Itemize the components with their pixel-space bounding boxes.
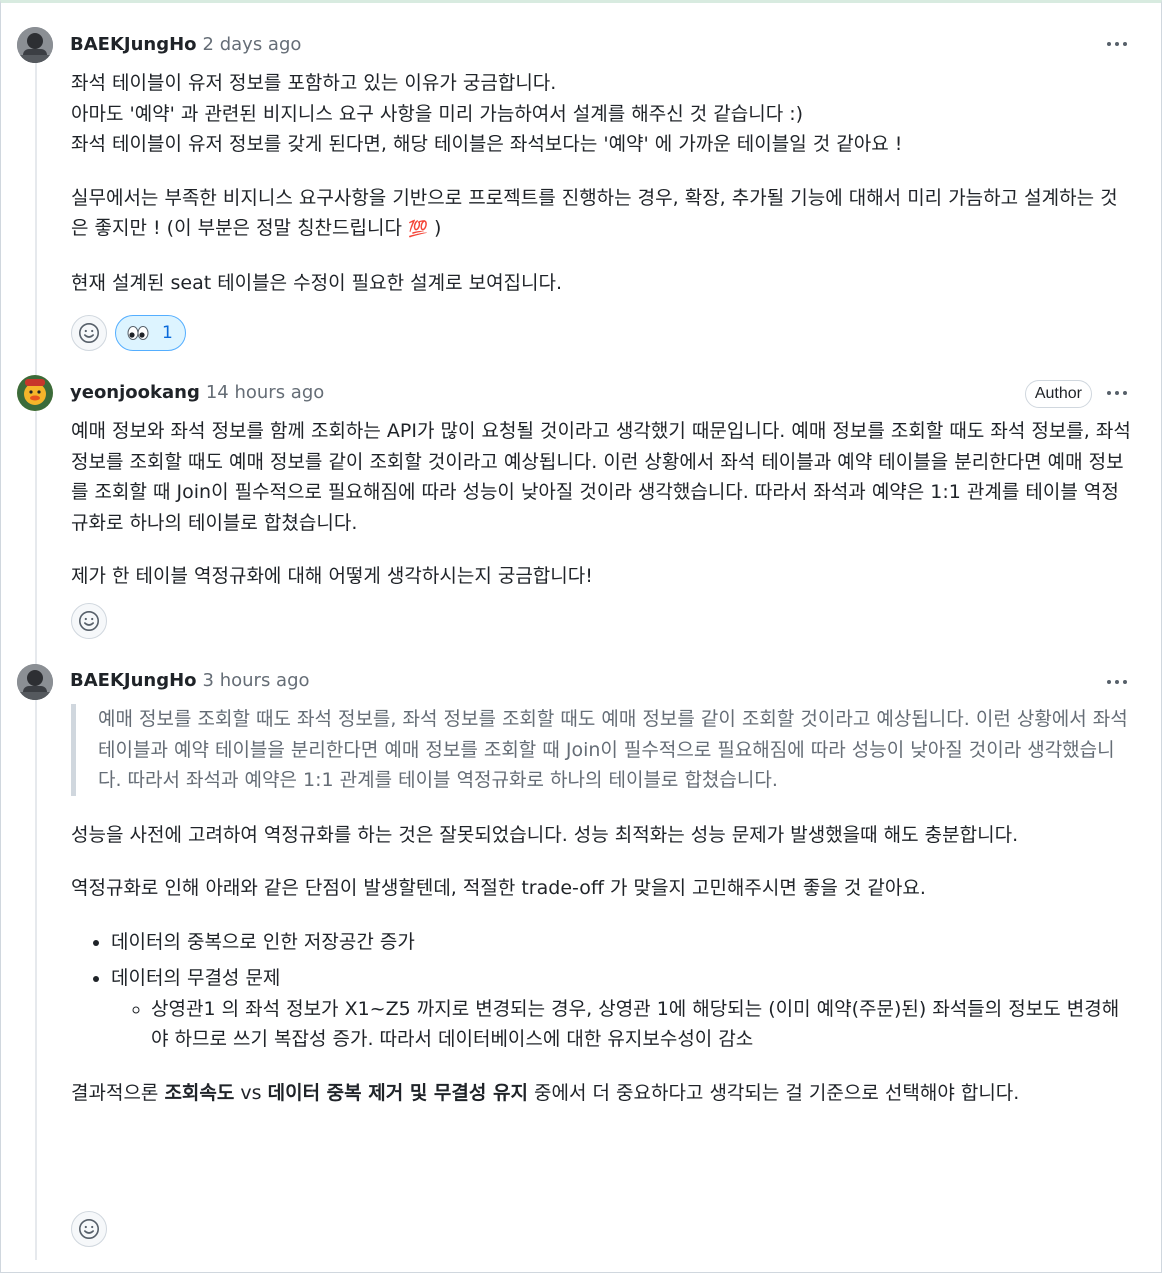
avatar[interactable] [17,664,53,700]
comment-header: BAEKJungHo 2 days ago [70,30,301,58]
more-options-button[interactable] [1102,670,1132,694]
kebab-horizontal-icon [1107,680,1111,684]
comment-body: 예매 정보와 좌석 정보를 함께 조회하는 API가 많이 요청될 것이라고 생… [71,416,1133,592]
paragraph-line: 좌석 테이블이 유저 정보를 갖게 된다면, 해당 테이블은 좌석보다는 '예약… [71,133,903,155]
bullet-list: 데이터의 중복으로 인한 저장공간 증가 데이터의 무결성 문제 상영관1 의 … [71,927,1133,1055]
hundred-points-emoji: 💯 [408,219,428,238]
paragraph-text: 성능을 사전에 고려하여 역정규화를 하는 것은 잘못되었습니다. 성능 최적화… [71,823,1019,846]
smiley-icon [79,1219,99,1239]
reactions-bar: 1 [71,315,186,351]
paragraph-text: 결과적으론 [71,1081,159,1104]
timestamp[interactable]: 14 hours ago [206,382,324,403]
kebab-horizontal-icon [1107,42,1111,46]
list-item-text: 상영관1 의 좌석 정보가 X1~Z5 까지로 변경되는 경우, 상영관 1에 … [151,997,1120,1051]
author-name[interactable]: yeonjookang [70,382,200,403]
reaction-count: 1 [162,323,173,343]
paragraph-text: vs [240,1081,262,1104]
smiley-icon [79,611,99,631]
paragraph-text: 제가 한 테이블 역정규화에 대해 어떻게 생각하시는지 궁금합니다! [71,565,593,587]
smiley-icon [79,323,99,343]
more-options-button[interactable] [1102,381,1132,405]
author-name[interactable]: BAEKJungHo [70,34,197,55]
author-name[interactable]: BAEKJungHo [70,670,197,691]
paragraph-line: 아마도 '예약' 과 관련된 비지니스 요구 사항을 미리 가늠하여서 설계를 … [71,102,804,125]
comment-body: 좌석 테이블이 유저 정보를 포함하고 있는 이유가 궁금합니다. 아마도 '예… [71,68,1133,298]
thread-timeline [35,60,37,1260]
eyes-reaction-button[interactable]: 1 [115,315,186,351]
timestamp[interactable]: 3 hours ago [203,670,310,691]
paragraph-text: 실무에서는 부족한 비지니스 요구사항을 기반으로 프로젝트를 진행하는 경우,… [71,186,1118,240]
eyes-icon [127,326,149,340]
avatar[interactable] [17,375,53,411]
list-item-text: 데이터의 중복으로 인한 저장공간 증가 [111,930,415,953]
avatar[interactable] [17,27,53,63]
bold-text: 조회속도 [164,1081,235,1104]
quoted-text: 예매 정보를 조회할 때도 좌석 정보를, 좌석 정보를 조회할 때도 예매 정… [98,708,1128,791]
more-options-button[interactable] [1102,32,1132,56]
paragraph-line: 좌석 테이블이 유저 정보를 포함하고 있는 이유가 궁금합니다. [71,72,557,94]
add-reaction-button[interactable] [71,1211,107,1247]
list-item: 데이터의 무결성 문제 상영관1 의 좌석 정보가 X1~Z5 까지로 변경되는… [111,963,1133,1055]
nested-bullet-list: 상영관1 의 좌석 정보가 X1~Z5 까지로 변경되는 경우, 상영관 1에 … [111,994,1133,1055]
add-reaction-button[interactable] [71,315,107,351]
paragraph-text: ) [433,217,442,239]
list-item-text: 데이터의 무결성 문제 [111,967,281,989]
list-item: 데이터의 중복으로 인한 저장공간 증가 [111,927,1133,958]
timestamp[interactable]: 2 days ago [203,34,302,55]
list-item: 상영관1 의 좌석 정보가 X1~Z5 까지로 변경되는 경우, 상영관 1에 … [151,994,1133,1055]
blockquote: 예매 정보를 조회할 때도 좌석 정보를, 좌석 정보를 조회할 때도 예매 정… [71,704,1133,796]
reactions-bar [71,603,107,639]
kebab-horizontal-icon [1107,391,1111,395]
reactions-bar [71,1211,107,1247]
bold-text: 데이터 중복 제거 및 무결성 유지 [267,1081,528,1104]
comment-header: yeonjookang 14 hours ago [70,378,324,406]
paragraph-text: 예매 정보와 좌석 정보를 함께 조회하는 API가 많이 요청될 것이라고 생… [71,420,1131,534]
comment-body: 예매 정보를 조회할 때도 좌석 정보를, 좌석 정보를 조회할 때도 예매 정… [71,704,1133,1108]
paragraph-text: 중에서 더 중요하다고 생각되는 걸 기준으로 선택해야 합니다. [534,1081,1020,1104]
add-reaction-button[interactable] [71,603,107,639]
comment-header: BAEKJungHo 3 hours ago [70,666,310,694]
paragraph-text: 역정규화로 인해 아래와 같은 단점이 발생할텐데, 적절한 trade-off… [71,877,926,899]
author-badge: Author [1024,380,1092,408]
paragraph-text: 현재 설계된 seat 테이블은 수정이 필요한 설계로 보여집니다. [71,271,563,294]
